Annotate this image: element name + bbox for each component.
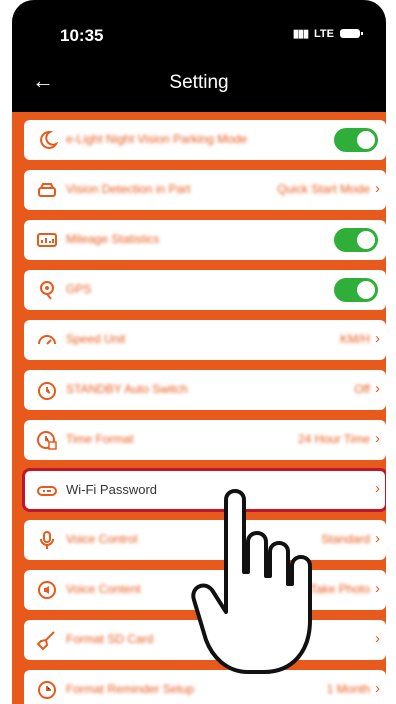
toggle-knob	[357, 131, 375, 149]
settings-row-label: Voice Control	[66, 532, 138, 546]
chevron-right-icon: ›	[375, 580, 380, 597]
settings-row[interactable]: Speed Unit KM/H ›	[24, 320, 386, 360]
settings-row-label: Mileage Statistics	[66, 232, 160, 246]
settings-row-label: Format SD Card	[66, 632, 154, 646]
settings-row-label: e-Light Night Vision Parking Mode	[66, 132, 248, 146]
phone-screen: 10:35 ▮▮▮ LTE ← Setting e-Light Night Vi…	[12, 0, 386, 704]
settings-row-value: KM/H	[340, 332, 370, 346]
broom-icon	[36, 629, 58, 651]
settings-row[interactable]: Vision Detection in Part Quick Start Mode…	[24, 170, 386, 210]
settings-row-label: Speed Unit	[66, 332, 126, 346]
settings-row-label: Format Reminder Setup	[66, 682, 195, 696]
toggle-switch[interactable]	[334, 228, 378, 252]
settings-row-value: 1 Month	[326, 682, 370, 696]
timer-icon	[36, 379, 58, 401]
settings-row[interactable]: e-Light Night Vision Parking Mode	[24, 120, 386, 160]
settings-row-label: Time Format	[66, 432, 134, 446]
chevron-right-icon: ›	[375, 380, 380, 397]
chevron-right-icon: ›	[375, 680, 380, 697]
signal-icon: ▮▮▮	[292, 28, 309, 40]
status-indicators: ▮▮▮ LTE	[292, 27, 363, 40]
settings-row-value: Quick Start Mode	[277, 182, 370, 196]
page-title: Setting	[169, 72, 229, 93]
wifi-router-icon	[36, 479, 58, 501]
toggle-knob	[357, 281, 375, 299]
chart-icon	[36, 229, 58, 251]
microphone-icon	[36, 529, 58, 551]
reminder-icon	[36, 679, 58, 701]
status-time: 10:35	[60, 26, 104, 45]
settings-row-label: Wi-Fi Password	[66, 482, 158, 497]
settings-row[interactable]: Time Format 24 Hour Time ›	[24, 420, 386, 460]
speaker-icon	[36, 579, 58, 601]
pointing-hand-icon	[191, 489, 312, 674]
settings-row-label: STANDBY Auto Switch	[66, 382, 188, 396]
settings-row[interactable]: GPS	[24, 270, 386, 310]
chevron-right-icon: ›	[375, 630, 380, 647]
toggle-switch[interactable]	[334, 278, 378, 302]
network-label: LTE	[314, 27, 334, 40]
settings-row-label: Vision Detection in Part	[66, 182, 191, 196]
chevron-right-icon: ›	[375, 330, 380, 347]
location-icon	[36, 279, 58, 301]
toggle-switch[interactable]	[334, 128, 378, 152]
speedometer-icon	[36, 329, 58, 351]
chevron-right-icon: ›	[375, 530, 380, 547]
settings-row-value: Standard	[321, 532, 370, 546]
toggle-knob	[357, 231, 375, 249]
chevron-right-icon: ›	[375, 180, 380, 197]
settings-row[interactable]: Mileage Statistics	[24, 220, 386, 260]
settings-row-value: Off	[354, 382, 370, 396]
settings-row-label: GPS	[66, 282, 92, 296]
nav-bar: ← Setting	[12, 60, 386, 110]
status-bar: 10:35 ▮▮▮ LTE	[12, 0, 386, 60]
settings-row[interactable]: STANDBY Auto Switch Off ›	[24, 370, 386, 410]
clock-icon	[36, 429, 58, 451]
chevron-right-icon: ›	[375, 430, 380, 447]
chevron-right-icon: ›	[375, 480, 380, 497]
settings-row-label: Voice Content	[66, 582, 141, 596]
battery-icon	[340, 29, 363, 38]
car-front-icon	[36, 179, 58, 201]
settings-row-value: 24 Hour Time	[297, 432, 370, 446]
moon-icon	[36, 129, 59, 151]
